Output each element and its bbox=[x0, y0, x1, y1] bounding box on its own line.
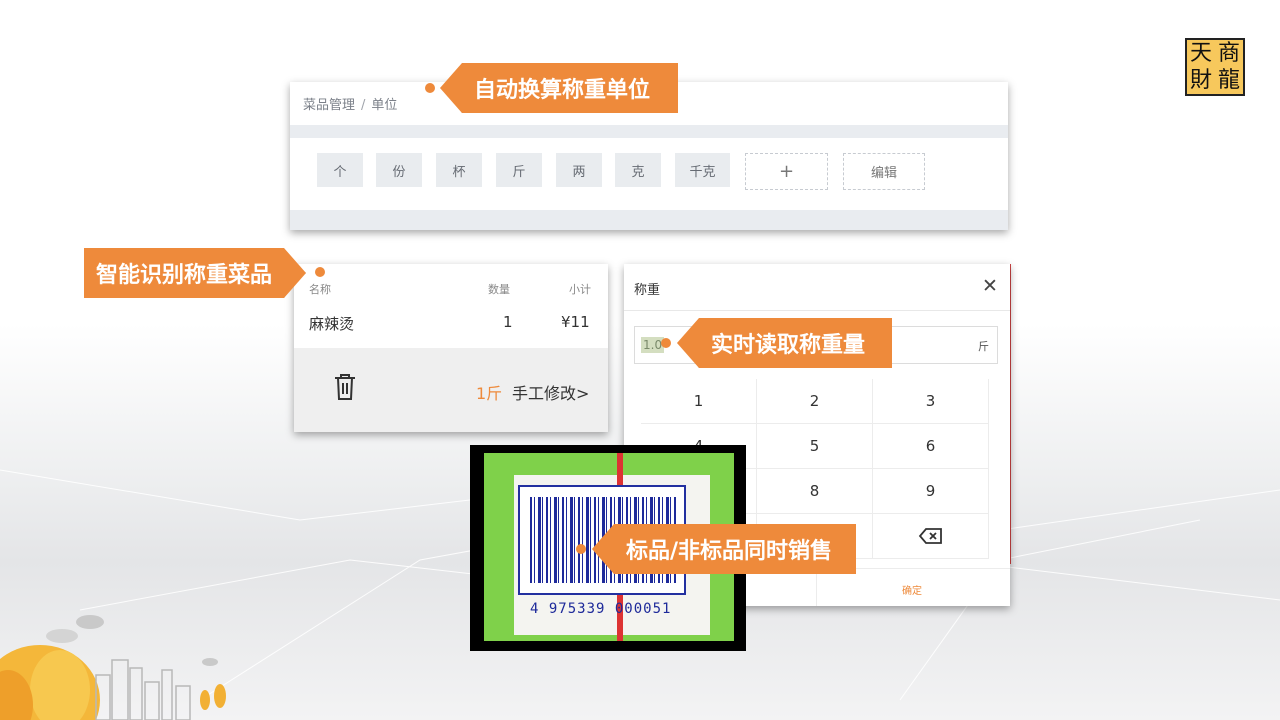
unit-tag[interactable]: 克 bbox=[615, 153, 661, 187]
callout-dot bbox=[576, 544, 586, 554]
breadcrumb-separator: / bbox=[361, 98, 366, 113]
item-qty: 1 bbox=[503, 313, 513, 331]
backspace-key[interactable] bbox=[873, 514, 989, 559]
col-header-name: 名称 bbox=[309, 283, 331, 296]
key-3[interactable]: 3 bbox=[873, 379, 989, 424]
unit-tag[interactable]: 杯 bbox=[436, 153, 482, 187]
breadcrumb-parent[interactable]: 菜品管理 bbox=[303, 98, 355, 113]
key-5[interactable]: 5 bbox=[757, 424, 873, 469]
dialog-title: 称重 bbox=[634, 283, 661, 298]
item-name[interactable]: 麻辣烫 bbox=[309, 313, 354, 334]
key-6[interactable]: 6 bbox=[873, 424, 989, 469]
confirm-button[interactable]: 确定 bbox=[902, 582, 922, 597]
key-8[interactable]: 8 bbox=[757, 469, 873, 514]
breadcrumb-current: 单位 bbox=[371, 98, 398, 113]
weight-unit: 斤 bbox=[978, 340, 989, 353]
order-panel: 名称 数量 小计 麻辣烫 1 ¥11 1斤 手工修改> bbox=[294, 264, 608, 432]
col-header-qty: 数量 bbox=[488, 283, 510, 296]
manual-edit-link[interactable]: 手工修改> bbox=[512, 380, 589, 404]
callout-smart-identify: 智能识别称重菜品 bbox=[84, 248, 306, 298]
brand-logo: 天 商 財 龍 bbox=[1185, 38, 1245, 96]
callout-dot bbox=[425, 83, 435, 93]
unit-tag[interactable]: 份 bbox=[376, 153, 422, 187]
callout-dot bbox=[661, 338, 671, 348]
item-price: ¥11 bbox=[561, 313, 590, 331]
close-icon[interactable]: ✕ bbox=[982, 277, 998, 296]
unit-tag[interactable]: 个 bbox=[317, 153, 363, 187]
divider bbox=[624, 310, 1010, 311]
callout-barcode-sale: 标品/非标品同时销售 bbox=[592, 524, 856, 574]
logo-char: 天 bbox=[1189, 40, 1212, 66]
callout-realtime-read: 实时读取称重量 bbox=[677, 318, 892, 368]
backspace-icon bbox=[918, 528, 942, 544]
unit-tag[interactable]: 斤 bbox=[496, 153, 542, 187]
logo-char: 龍 bbox=[1217, 67, 1240, 93]
breadcrumb: 菜品管理 / 单位 bbox=[303, 94, 397, 113]
item-weight: 1斤 bbox=[476, 384, 503, 403]
unit-tag[interactable]: 千克 bbox=[675, 153, 730, 187]
key-2[interactable]: 2 bbox=[757, 379, 873, 424]
callout-auto-convert: 自动换算称重单位 bbox=[440, 63, 678, 113]
callout-dot bbox=[315, 267, 325, 277]
add-unit-button[interactable]: + bbox=[745, 153, 828, 190]
key-1[interactable]: 1 bbox=[641, 379, 757, 424]
edit-units-button[interactable]: 编辑 bbox=[843, 153, 925, 190]
key-9[interactable]: 9 bbox=[873, 469, 989, 514]
unit-tag[interactable]: 两 bbox=[556, 153, 602, 187]
trash-icon[interactable] bbox=[333, 372, 357, 402]
logo-char: 財 bbox=[1189, 67, 1212, 93]
item-actions: 1斤 手工修改> bbox=[294, 348, 608, 432]
col-header-subtotal: 小计 bbox=[569, 283, 591, 296]
logo-char: 商 bbox=[1217, 40, 1240, 66]
barcode-number: 4 975339 000051 bbox=[530, 601, 672, 617]
divider bbox=[290, 125, 1008, 138]
panel-footer bbox=[290, 210, 1008, 230]
